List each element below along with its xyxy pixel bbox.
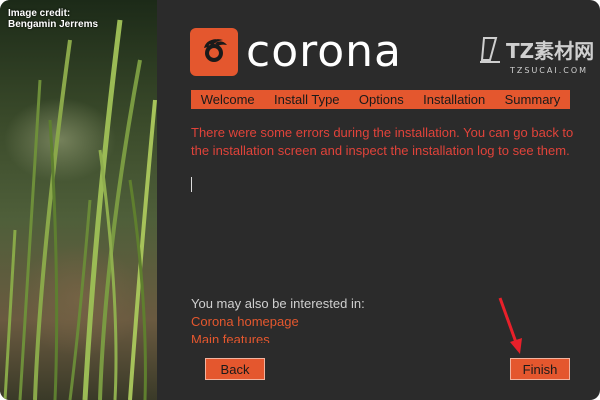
credit-label: Image credit: bbox=[8, 8, 71, 19]
corona-homepage-link[interactable]: Corona homepage bbox=[191, 314, 299, 329]
step-welcome: Welcome bbox=[200, 92, 255, 107]
step-options: Options bbox=[358, 92, 404, 107]
side-image: Image credit: Bengamin Jerrems bbox=[0, 0, 157, 400]
watermark-url: TZSUCAI.COM bbox=[510, 66, 589, 75]
step-bar: Welcome Install Type Options Installatio… bbox=[191, 90, 570, 109]
watermark: TZ素材网 TZSUCAI.COM bbox=[478, 34, 594, 75]
image-credit: Image credit: Bengamin Jerrems bbox=[8, 8, 98, 30]
step-summary: Summary bbox=[504, 92, 561, 107]
corona-wordmark: corona bbox=[246, 26, 403, 77]
back-button[interactable]: Back bbox=[205, 358, 265, 380]
watermark-text: TZ素材网 bbox=[506, 38, 595, 63]
corona-logo-icon bbox=[190, 28, 238, 76]
main-features-link[interactable]: Main features bbox=[191, 332, 270, 343]
step-installation: Installation bbox=[423, 92, 486, 107]
error-message: There were some errors during the instal… bbox=[191, 125, 574, 158]
corona-logo: corona bbox=[190, 28, 402, 76]
step-install-type: Install Type bbox=[274, 92, 340, 107]
credit-author: Bengamin Jerrems bbox=[8, 19, 99, 30]
pointer-arrow-icon bbox=[498, 297, 522, 354]
text-caret bbox=[191, 177, 192, 192]
watermark-logo-icon bbox=[480, 37, 500, 63]
grass-illustration bbox=[3, 19, 157, 400]
installer-window: Image credit: Bengamin Jerrems corona TZ… bbox=[0, 0, 600, 400]
finish-button[interactable]: Finish bbox=[510, 358, 570, 380]
interest-label: You may also be interested in: bbox=[191, 296, 365, 311]
